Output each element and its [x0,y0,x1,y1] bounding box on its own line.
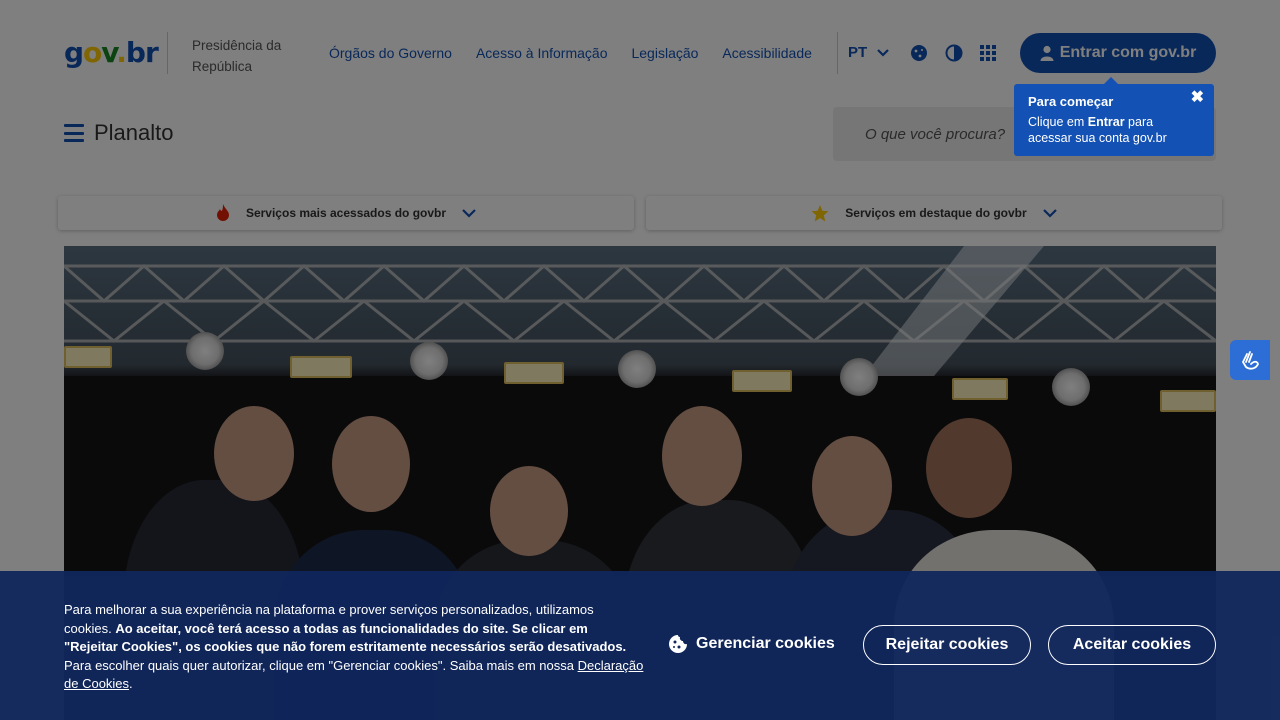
apps-grid-icon[interactable] [979,44,997,62]
accept-cookies-button[interactable]: Aceitar cookies [1048,625,1216,665]
org-name: Presidência da República [192,38,282,74]
stage-light [64,346,112,368]
person-head [214,406,294,501]
services-most-accessed-label: Serviços mais acessados do govbr [245,206,447,220]
person-head [662,406,742,506]
services-most-accessed[interactable]: Serviços mais acessados do govbr [58,196,634,230]
stage-lamp [186,332,224,370]
logo-letter: . [116,36,127,69]
logo-letter: o [83,36,102,69]
star-icon [811,204,829,221]
reject-cookies-button[interactable]: Rejeitar cookies [863,625,1031,665]
services-featured-label: Serviços em destaque do govbr [845,206,1027,220]
close-icon[interactable]: ✖ [1191,90,1204,106]
person-head [812,436,892,536]
user-icon [1040,45,1054,61]
menu-icon[interactable] [64,124,84,142]
header-divider [837,32,838,74]
stage-light [1160,390,1216,412]
cookie-text-bold: Ao aceitar, você terá acesso a todas as … [64,620,627,655]
logo-letter: g [64,36,84,69]
services-featured[interactable]: Serviços em destaque do govbr [646,196,1222,230]
nav-acessibilidade[interactable]: Acessibilidade [722,45,812,61]
manage-cookies-button[interactable]: Gerenciar cookies [668,634,835,654]
govbr-logo[interactable]: gov.br [64,36,159,69]
manage-cookies-label: Gerenciar cookies [696,635,835,652]
login-tooltip: ✖ Para começar Clique em Entrar para ace… [1014,77,1214,156]
stage-lamp [410,342,448,380]
nav-acesso-informacao[interactable]: Acesso à Informação [476,45,608,61]
person-head [926,418,1012,518]
site-title[interactable]: Planalto [94,120,174,146]
chevron-down-icon [1042,208,1057,218]
nav-legislacao[interactable]: Legislação [631,45,698,61]
language-selector[interactable]: PT [848,44,889,61]
stage-lamp [1052,368,1090,406]
cookie-message: Para melhorar a sua experiência na plata… [64,601,644,694]
cookie-text: . [129,676,133,691]
stage-light [732,370,792,392]
stage-light [504,362,564,384]
tooltip-text-bold: Entrar [1087,115,1125,129]
flame-icon [216,204,229,221]
nav-orgaos[interactable]: Órgãos do Governo [329,45,452,61]
cookie-text: Para escolher quais quer autorizar, cliq… [64,657,578,673]
tooltip-title: Para começar [1028,94,1114,109]
logo-letter: v [101,36,117,69]
cookie-icon [669,635,687,653]
stage-lamp [618,350,656,388]
chevron-down-icon [877,48,889,57]
person-head [332,416,410,512]
tooltip-text-part: Clique em [1028,115,1088,129]
cookie-settings-icon[interactable] [910,44,928,62]
stage-light [952,378,1008,400]
contrast-icon[interactable] [945,44,963,62]
cookie-banner: Para melhorar a sua experiência na plata… [0,571,1280,720]
logo-letter: br [125,36,159,69]
sign-language-icon [1242,351,1259,370]
site-menu-row: Planalto [64,120,174,146]
person-head [490,466,568,556]
tooltip-text: Clique em Entrar para acessar sua conta … [1028,114,1200,146]
stage-lamp [840,358,878,396]
top-nav: Órgãos do Governo Acesso à Informação Le… [329,45,812,61]
stage-light [290,356,352,378]
chevron-down-icon [462,208,476,218]
login-label: Entrar com gov.br [1059,44,1197,61]
header-divider [167,32,168,74]
language-label: PT [848,44,868,61]
login-button[interactable]: Entrar com gov.br [1020,33,1216,73]
vlibras-widget[interactable] [1230,340,1270,380]
